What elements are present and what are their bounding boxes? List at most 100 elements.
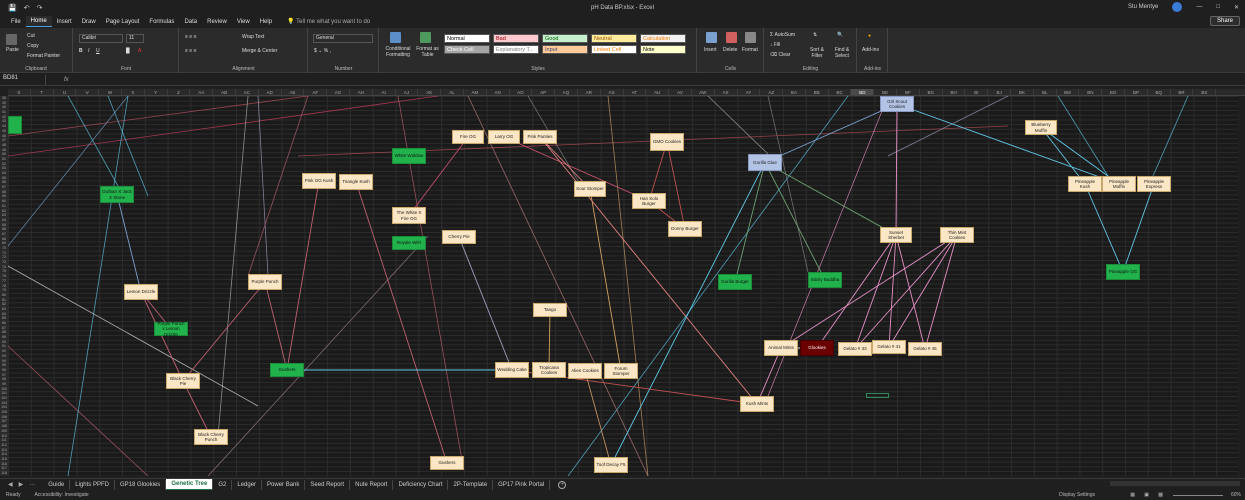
normal-view-icon[interactable]: ▦ bbox=[1130, 492, 1135, 498]
strain-node[interactable]: Gorilla Glue bbox=[748, 154, 782, 171]
strain-node[interactable]: Toof Decay F5 bbox=[594, 457, 628, 473]
column-header[interactable]: W bbox=[99, 89, 122, 95]
sheet-tab[interactable]: 2P-Template bbox=[448, 479, 494, 490]
sheet-tab[interactable]: Seed Report bbox=[305, 479, 351, 490]
add-sheet-button[interactable]: + bbox=[558, 480, 567, 489]
selected-cell[interactable] bbox=[866, 393, 889, 398]
strain-node[interactable]: Forum Stomper bbox=[604, 363, 638, 379]
sheet-tab[interactable]: GP18 Glookies bbox=[115, 479, 167, 490]
column-header[interactable]: T bbox=[31, 89, 54, 95]
user-name[interactable]: Stu Mentye bbox=[1128, 4, 1158, 10]
column-header[interactable]: AX bbox=[715, 89, 738, 95]
column-header[interactable]: BA bbox=[783, 89, 806, 95]
column-header[interactable]: S bbox=[8, 89, 31, 95]
column-header[interactable]: Z bbox=[168, 89, 191, 95]
column-header[interactable]: BM bbox=[1057, 89, 1080, 95]
column-header[interactable]: BN bbox=[1079, 89, 1103, 95]
format-painter-button[interactable]: Format Painter bbox=[27, 53, 60, 59]
column-header[interactable]: AU bbox=[646, 89, 670, 95]
close-icon[interactable]: ✕ bbox=[1234, 4, 1239, 11]
name-box[interactable]: BD81 bbox=[0, 74, 46, 85]
sheet-tab[interactable]: GP17 Pink Portal bbox=[493, 479, 551, 490]
column-header[interactable]: Y bbox=[145, 89, 168, 95]
column-header[interactable]: AP bbox=[532, 89, 556, 95]
page-break-icon[interactable]: ▩ bbox=[1158, 492, 1163, 498]
fill-color-icon[interactable]: █ bbox=[126, 48, 130, 54]
strain-node[interactable]: Pineapple Kush bbox=[1068, 176, 1102, 192]
strain-node[interactable]: Gushers bbox=[270, 363, 304, 377]
strain-node[interactable]: Cherry Pie bbox=[442, 230, 476, 244]
column-header[interactable]: BJ bbox=[988, 89, 1012, 95]
strain-node[interactable]: Royale WiFi bbox=[392, 236, 426, 250]
font-color-icon[interactable]: A bbox=[138, 48, 141, 54]
align-top-icon[interactable]: ≡ ≡ ≡ bbox=[185, 34, 197, 40]
find-select-icon[interactable]: 🔍 bbox=[837, 32, 843, 38]
column-header[interactable]: BO bbox=[1102, 89, 1126, 95]
more-sheets-icon[interactable]: … bbox=[29, 481, 35, 488]
cell-style-8[interactable]: Linked Cell bbox=[591, 45, 637, 54]
column-header[interactable]: AK bbox=[418, 89, 442, 95]
bold-button[interactable]: B bbox=[79, 48, 83, 54]
column-header[interactable]: BG bbox=[920, 89, 943, 95]
format-cells-icon[interactable] bbox=[745, 32, 756, 43]
avatar[interactable] bbox=[1172, 2, 1183, 12]
strain-node[interactable]: Gelato # 45 bbox=[908, 342, 942, 356]
share-button[interactable]: Share bbox=[1209, 16, 1240, 26]
row-header[interactable]: 112 bbox=[0, 443, 8, 448]
column-header[interactable]: AH bbox=[350, 89, 373, 95]
column-header[interactable]: BK bbox=[1011, 89, 1034, 95]
minimize-icon[interactable]: — bbox=[1196, 4, 1202, 10]
menu-view[interactable]: View bbox=[232, 17, 255, 27]
strain-node[interactable]: Larry OG bbox=[488, 130, 520, 144]
cell-style-6[interactable]: Explanatory T... bbox=[493, 45, 539, 54]
column-header[interactable]: AM bbox=[464, 89, 487, 95]
strain-node[interactable]: Lemon Drizzle bbox=[124, 284, 158, 300]
strain-node[interactable]: Pink Panties bbox=[523, 130, 557, 144]
insert-cells-icon[interactable] bbox=[706, 32, 717, 43]
column-header[interactable]: AS bbox=[601, 89, 624, 95]
italic-button[interactable]: I bbox=[88, 48, 89, 54]
cell-style-7[interactable]: Input bbox=[542, 45, 588, 54]
row-header[interactable]: 115 bbox=[0, 457, 8, 462]
cell-style-4[interactable]: Calculation bbox=[640, 34, 686, 43]
accessibility-status[interactable]: Accessibility: Investigate bbox=[34, 492, 88, 498]
cell-style-3[interactable]: Neutral bbox=[591, 34, 637, 43]
menu-review[interactable]: Review bbox=[202, 17, 232, 27]
strain-node[interactable]: Gelato # 33 bbox=[838, 342, 872, 356]
strain-node[interactable]: Durban X Jack X Stone bbox=[100, 186, 134, 203]
cell-style-2[interactable]: Good bbox=[542, 34, 588, 43]
column-header[interactable]: AV bbox=[669, 89, 692, 95]
strain-node[interactable]: Donny Burger bbox=[668, 221, 702, 237]
sheet-tab[interactable]: Genetic Tree bbox=[166, 478, 214, 491]
column-header[interactable]: BF bbox=[897, 89, 920, 95]
strain-node[interactable]: Gelato # 41 bbox=[872, 340, 906, 354]
zoom-slider[interactable] bbox=[1173, 494, 1223, 496]
strain-node[interactable]: Purple Punch x Lemon Drizzle bbox=[154, 321, 188, 337]
menu-data[interactable]: Data bbox=[179, 17, 202, 27]
column-header[interactable]: BQ bbox=[1148, 89, 1171, 95]
strain-node[interactable]: The White X Fire OG bbox=[392, 207, 426, 224]
cell-style-9[interactable]: Note bbox=[640, 45, 686, 54]
column-header[interactable]: AI bbox=[373, 89, 396, 95]
strain-node[interactable]: Tropicana Cookies bbox=[532, 362, 566, 378]
wrap-text-button[interactable]: Wrap Text bbox=[242, 34, 264, 40]
sort-filter-icon[interactable]: ⇅ bbox=[813, 32, 817, 38]
tell-me-search[interactable]: 💡 Tell me what you want to do bbox=[287, 18, 370, 25]
sheet-tab[interactable]: Guide bbox=[43, 479, 71, 490]
sheet-tab[interactable]: Power Bank bbox=[262, 479, 306, 490]
delete-cells-icon[interactable] bbox=[726, 32, 737, 43]
menu-home[interactable]: Home bbox=[25, 16, 52, 27]
column-header[interactable]: BI bbox=[965, 89, 989, 95]
column-header[interactable]: BB bbox=[806, 89, 829, 95]
clear-button[interactable]: ⌫ Clear bbox=[770, 52, 790, 58]
strain-node[interactable]: Sunset Sherbet bbox=[880, 227, 912, 243]
strain-node[interactable]: Fire OG bbox=[452, 130, 484, 144]
paste-button[interactable]: Paste bbox=[6, 47, 19, 53]
column-header[interactable]: U bbox=[54, 89, 77, 95]
delete-button[interactable]: Delete bbox=[723, 47, 737, 53]
row-header[interactable]: 118 bbox=[0, 471, 8, 476]
column-header[interactable]: BE bbox=[874, 89, 898, 95]
cell-style-0[interactable]: Normal bbox=[444, 34, 490, 43]
paste-icon[interactable] bbox=[6, 34, 17, 45]
sort-filter-button[interactable]: Sort & Filter bbox=[807, 47, 827, 59]
